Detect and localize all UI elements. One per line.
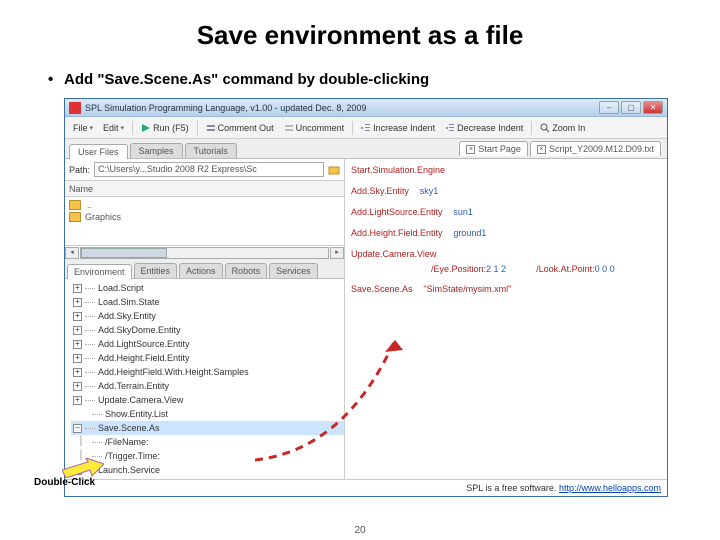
tree-item[interactable]: Show.Entity.List	[71, 407, 344, 421]
close-tab-icon[interactable]: ×	[466, 145, 475, 154]
slide-title: Save environment as a file	[40, 20, 680, 51]
left-pane: Path: C:\Users\y...Studio 2008 R2 Expres…	[65, 159, 345, 479]
tab-actions[interactable]: Actions	[179, 263, 223, 278]
menu-decrease-indent[interactable]: Decrease Indent	[441, 122, 527, 134]
app-icon	[69, 102, 81, 114]
tree-item[interactable]: +Update.Camera.View	[71, 393, 344, 407]
tree-item[interactable]: +Add.Terrain.Entity	[71, 379, 344, 393]
file-hscroll[interactable]: ◂ ▸	[65, 245, 344, 259]
tab-environment[interactable]: Environment	[67, 264, 132, 279]
menubar: File▾ Edit▾ Run (F5) Comment Out Uncomme…	[65, 117, 667, 139]
tree-item[interactable]: +Launch.Service	[71, 463, 344, 477]
tree-item[interactable]: +Load.Script	[71, 281, 344, 295]
lower-tabbar: Environment Entities Actions Robots Serv…	[65, 259, 344, 279]
tab-script[interactable]: ×Script_Y2009.M12.D09.txt	[530, 141, 661, 156]
tree-item[interactable]: +Add.Height.Field.Entity	[71, 351, 344, 365]
footer-link[interactable]: http://www.helloapps.com	[559, 483, 661, 493]
tab-entities[interactable]: Entities	[134, 263, 178, 278]
code-pane[interactable]: Start.Simulation.Engine Add.Sky.Entity s…	[345, 159, 667, 479]
tree-item[interactable]: +Add.HeightField.With.Height.Samples	[71, 365, 344, 379]
menu-increase-indent[interactable]: Increase Indent	[357, 122, 439, 134]
code-arg: 2 1 2	[486, 264, 506, 274]
code-keyword: Add.Sky.Entity	[351, 186, 409, 196]
tab-userfiles[interactable]: User Files	[69, 144, 128, 159]
window-title: SPL Simulation Programming Language, v1.…	[85, 103, 599, 113]
menu-uncomment[interactable]: Uncomment	[280, 122, 349, 134]
folder-icon	[69, 200, 81, 210]
tree-item[interactable]: +Add.LightSource.Entity	[71, 337, 344, 351]
open-folder-icon[interactable]	[328, 164, 340, 176]
code-param: /Eye.Position:	[431, 264, 486, 274]
file-row-up[interactable]	[69, 199, 340, 211]
close-tab-icon[interactable]: ×	[537, 145, 546, 154]
tree-item[interactable]: +Add.Sky.Entity	[71, 309, 344, 323]
scroll-thumb[interactable]	[81, 248, 167, 258]
tree-item[interactable]: +Load.Sim.State	[71, 295, 344, 309]
tree-subitem[interactable]: │/Trigger.Time:	[71, 449, 344, 463]
page-number: 20	[354, 525, 365, 536]
code-keyword: Add.LightSource.Entity	[351, 207, 443, 217]
path-input[interactable]: C:\Users\y...Studio 2008 R2 Express\Sc	[94, 162, 324, 177]
arrow-yellow-icon	[62, 458, 104, 478]
tab-services[interactable]: Services	[269, 263, 318, 278]
menu-file[interactable]: File▾	[69, 122, 97, 134]
tab-tutorials[interactable]: Tutorials	[185, 143, 237, 158]
window-titlebar[interactable]: SPL Simulation Programming Language, v1.…	[65, 99, 667, 117]
tree-item[interactable]: +Add.SkyDome.Entity	[71, 323, 344, 337]
left-tabbar: User Files Samples Tutorials ×Start Page…	[65, 139, 667, 159]
code-arg: sky1	[420, 186, 439, 196]
close-button[interactable]: ✕	[643, 101, 663, 114]
code-keyword: Start.Simulation.Engine	[351, 165, 445, 175]
code-keyword: Save.Scene.As	[351, 284, 413, 294]
tab-samples[interactable]: Samples	[130, 143, 183, 158]
code-keyword: Add.Height.Field.Entity	[351, 228, 443, 238]
file-header-name[interactable]: Name	[65, 181, 344, 197]
scroll-right-button[interactable]: ▸	[330, 247, 344, 259]
file-row-graphics[interactable]: Graphics	[69, 211, 340, 223]
menu-comment-out[interactable]: Comment Out	[202, 122, 278, 134]
code-arg: 0 0 0	[595, 264, 615, 274]
annotation-double-click: Double-Click	[34, 477, 95, 488]
menu-zoom-in[interactable]: Zoom In	[536, 122, 589, 134]
app-window: SPL Simulation Programming Language, v1.…	[64, 98, 668, 497]
file-list[interactable]: Graphics	[65, 197, 344, 245]
path-label: Path:	[69, 165, 90, 175]
code-arg: sun1	[453, 207, 473, 217]
code-string: "SimState/mysim.xml"	[423, 284, 511, 294]
command-tree: +Load.Script +Load.Sim.State +Add.Sky.En…	[65, 279, 344, 479]
scroll-left-button[interactable]: ◂	[65, 247, 79, 259]
status-footer: SPL is a free software. http://www.hello…	[65, 479, 667, 496]
bullet-text: Add "Save.Scene.As" command by double-cl…	[64, 71, 680, 88]
menu-run[interactable]: Run (F5)	[137, 122, 193, 134]
tab-robots[interactable]: Robots	[225, 263, 268, 278]
code-arg: ground1	[453, 228, 486, 238]
maximize-button[interactable]: ▢	[621, 101, 641, 114]
tree-item-save-scene-as[interactable]: –Save.Scene.As	[71, 421, 344, 435]
code-param: /Look.At.Point:	[536, 264, 595, 274]
code-keyword: Update.Camera.View	[351, 249, 436, 259]
menu-edit[interactable]: Edit▾	[99, 122, 128, 134]
minimize-button[interactable]: –	[599, 101, 619, 114]
folder-icon	[69, 212, 81, 222]
tab-start-page[interactable]: ×Start Page	[459, 141, 528, 156]
scroll-track[interactable]	[80, 247, 329, 259]
tree-subitem[interactable]: │/FileName:	[71, 435, 344, 449]
